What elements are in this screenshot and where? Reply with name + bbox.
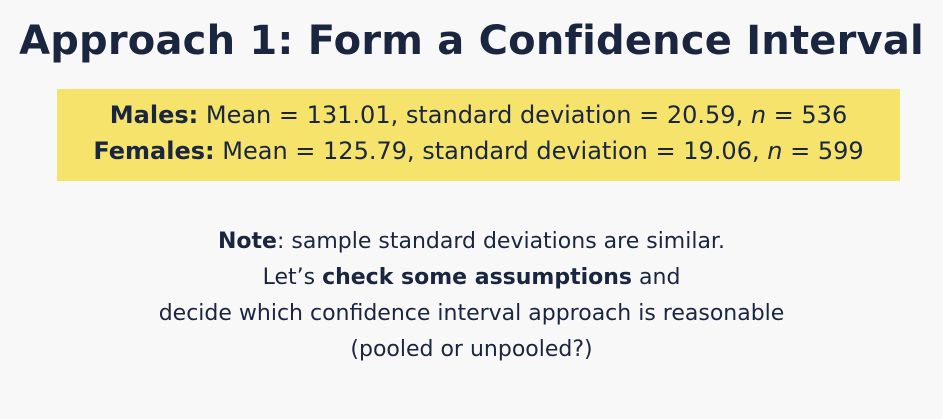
note-line: Note: sample standard deviations are sim…	[0, 224, 943, 260]
slide: Approach 1: Form a Confidence Interval M…	[0, 0, 943, 419]
assumptions-suffix: and	[632, 265, 681, 290]
summary-stats-box: Males: Mean = 131.01, standard deviation…	[57, 89, 900, 181]
males-n-value: = 536	[766, 101, 848, 129]
assumptions-line-1: Let’s check some assumptions and	[0, 260, 943, 296]
females-stats-line: Females: Mean = 125.79, standard deviati…	[57, 133, 900, 169]
assumptions-line-3: (pooled or unpooled?)	[350, 337, 593, 362]
females-stats-text: Mean = 125.79, standard deviation = 19.0…	[214, 137, 768, 165]
males-stats-line: Males: Mean = 131.01, standard deviation…	[57, 97, 900, 133]
note-label: Note	[218, 229, 277, 254]
slide-title: Approach 1: Form a Confidence Interval	[19, 18, 924, 64]
assumptions-prefix: Let’s	[262, 265, 323, 290]
assumptions-line-2: decide which confidence interval approac…	[158, 301, 785, 326]
males-stats-text: Mean = 131.01, standard deviation = 20.5…	[198, 101, 751, 129]
males-n-symbol: n	[750, 101, 767, 129]
note-text: : sample standard deviations are similar…	[276, 229, 725, 254]
females-n-symbol: n	[767, 137, 783, 165]
males-label: Males:	[109, 101, 199, 129]
assumptions-bold: check some assumptions	[322, 265, 633, 290]
females-n-value: = 599	[782, 137, 864, 165]
note-block: Note: sample standard deviations are sim…	[0, 224, 943, 368]
females-label: Females:	[93, 137, 215, 165]
